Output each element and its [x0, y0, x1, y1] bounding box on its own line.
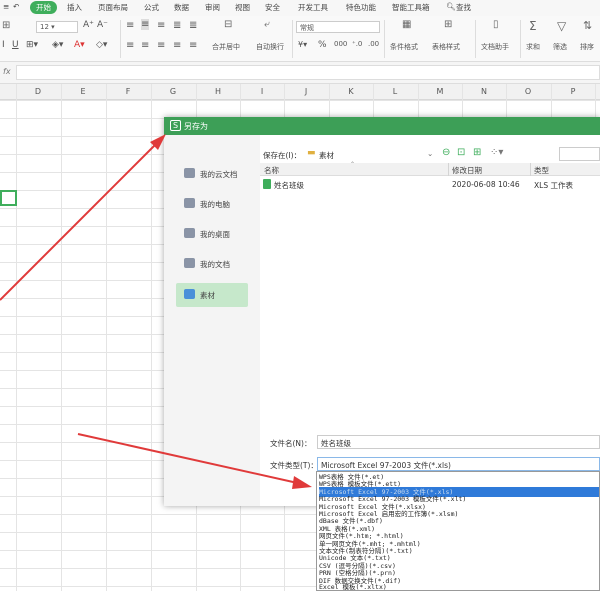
annotation-arrow-line — [0, 139, 161, 301]
annotation-arrow-line — [77, 433, 303, 485]
annotation-arrows — [0, 134, 312, 489]
annotation-arrow-head — [292, 476, 312, 489]
